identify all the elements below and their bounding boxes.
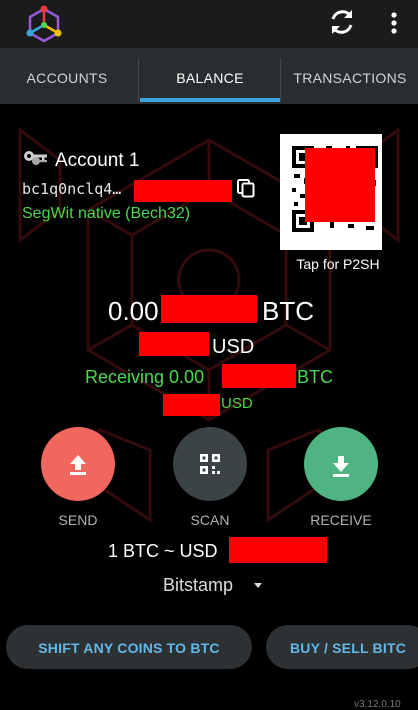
copy-icon[interactable] — [236, 178, 256, 198]
redacted-qr — [305, 148, 375, 222]
redacted-address — [134, 180, 232, 202]
version-label: v3.12.0.10 — [354, 699, 401, 710]
active-tab-indicator — [140, 98, 280, 102]
account-address[interactable]: bc1q0nclq4… — [22, 180, 121, 198]
more-vert-icon[interactable] — [384, 8, 404, 38]
dropdown-arrow-icon[interactable] — [254, 583, 262, 589]
redacted-exchange-rate — [229, 537, 327, 563]
address-type: SegWit native (Bech32) — [22, 205, 191, 222]
redacted-receiving-usd — [163, 394, 220, 416]
receiving-amount: Receiving 0.00 — [85, 367, 205, 387]
scan-button[interactable] — [173, 427, 247, 501]
app-bar — [0, 0, 418, 48]
tab-balance[interactable]: BALANCE — [140, 48, 280, 104]
scan-label: SCAN — [190, 512, 230, 528]
upload-icon — [70, 455, 86, 475]
redacted-receiving-btc — [222, 364, 296, 388]
usd-unit: USD — [212, 336, 255, 358]
tab-divider — [138, 58, 139, 102]
btc-balance: 0.00 — [108, 296, 159, 326]
receive-button[interactable] — [304, 427, 378, 501]
send-button[interactable] — [41, 427, 115, 501]
exchange-rate: 1 BTC ~ USD — [108, 541, 218, 561]
key-icon — [24, 151, 47, 165]
tab-divider — [280, 58, 281, 102]
exchange-source-dropdown[interactable]: Bitstamp — [163, 575, 233, 596]
refresh-icon[interactable] — [326, 6, 358, 38]
buy-sell-button[interactable]: BUY / SELL BITC — [266, 625, 418, 669]
download-icon — [333, 456, 349, 477]
qr-scan-icon — [200, 454, 220, 474]
send-label: SEND — [58, 512, 98, 528]
receiving-usd-unit: USD — [221, 395, 253, 412]
shift-coins-button[interactable]: SHIFT ANY COINS TO BTC — [6, 625, 252, 669]
redacted-usd-balance — [139, 332, 209, 356]
btc-unit: BTC — [262, 296, 314, 326]
mycelium-logo-icon — [26, 5, 62, 43]
tap-for-p2sh-label[interactable]: Tap for P2SH — [280, 256, 396, 272]
account-name: Account 1 — [55, 150, 140, 171]
tab-bar: ACCOUNTS BALANCE TRANSACTIONS — [0, 48, 418, 104]
redacted-btc-balance — [161, 295, 257, 323]
tab-transactions[interactable]: TRANSACTIONS — [282, 48, 418, 104]
receiving-btc-unit: BTC — [297, 367, 333, 387]
receive-label: RECEIVE — [310, 512, 372, 528]
tab-accounts[interactable]: ACCOUNTS — [0, 48, 134, 104]
